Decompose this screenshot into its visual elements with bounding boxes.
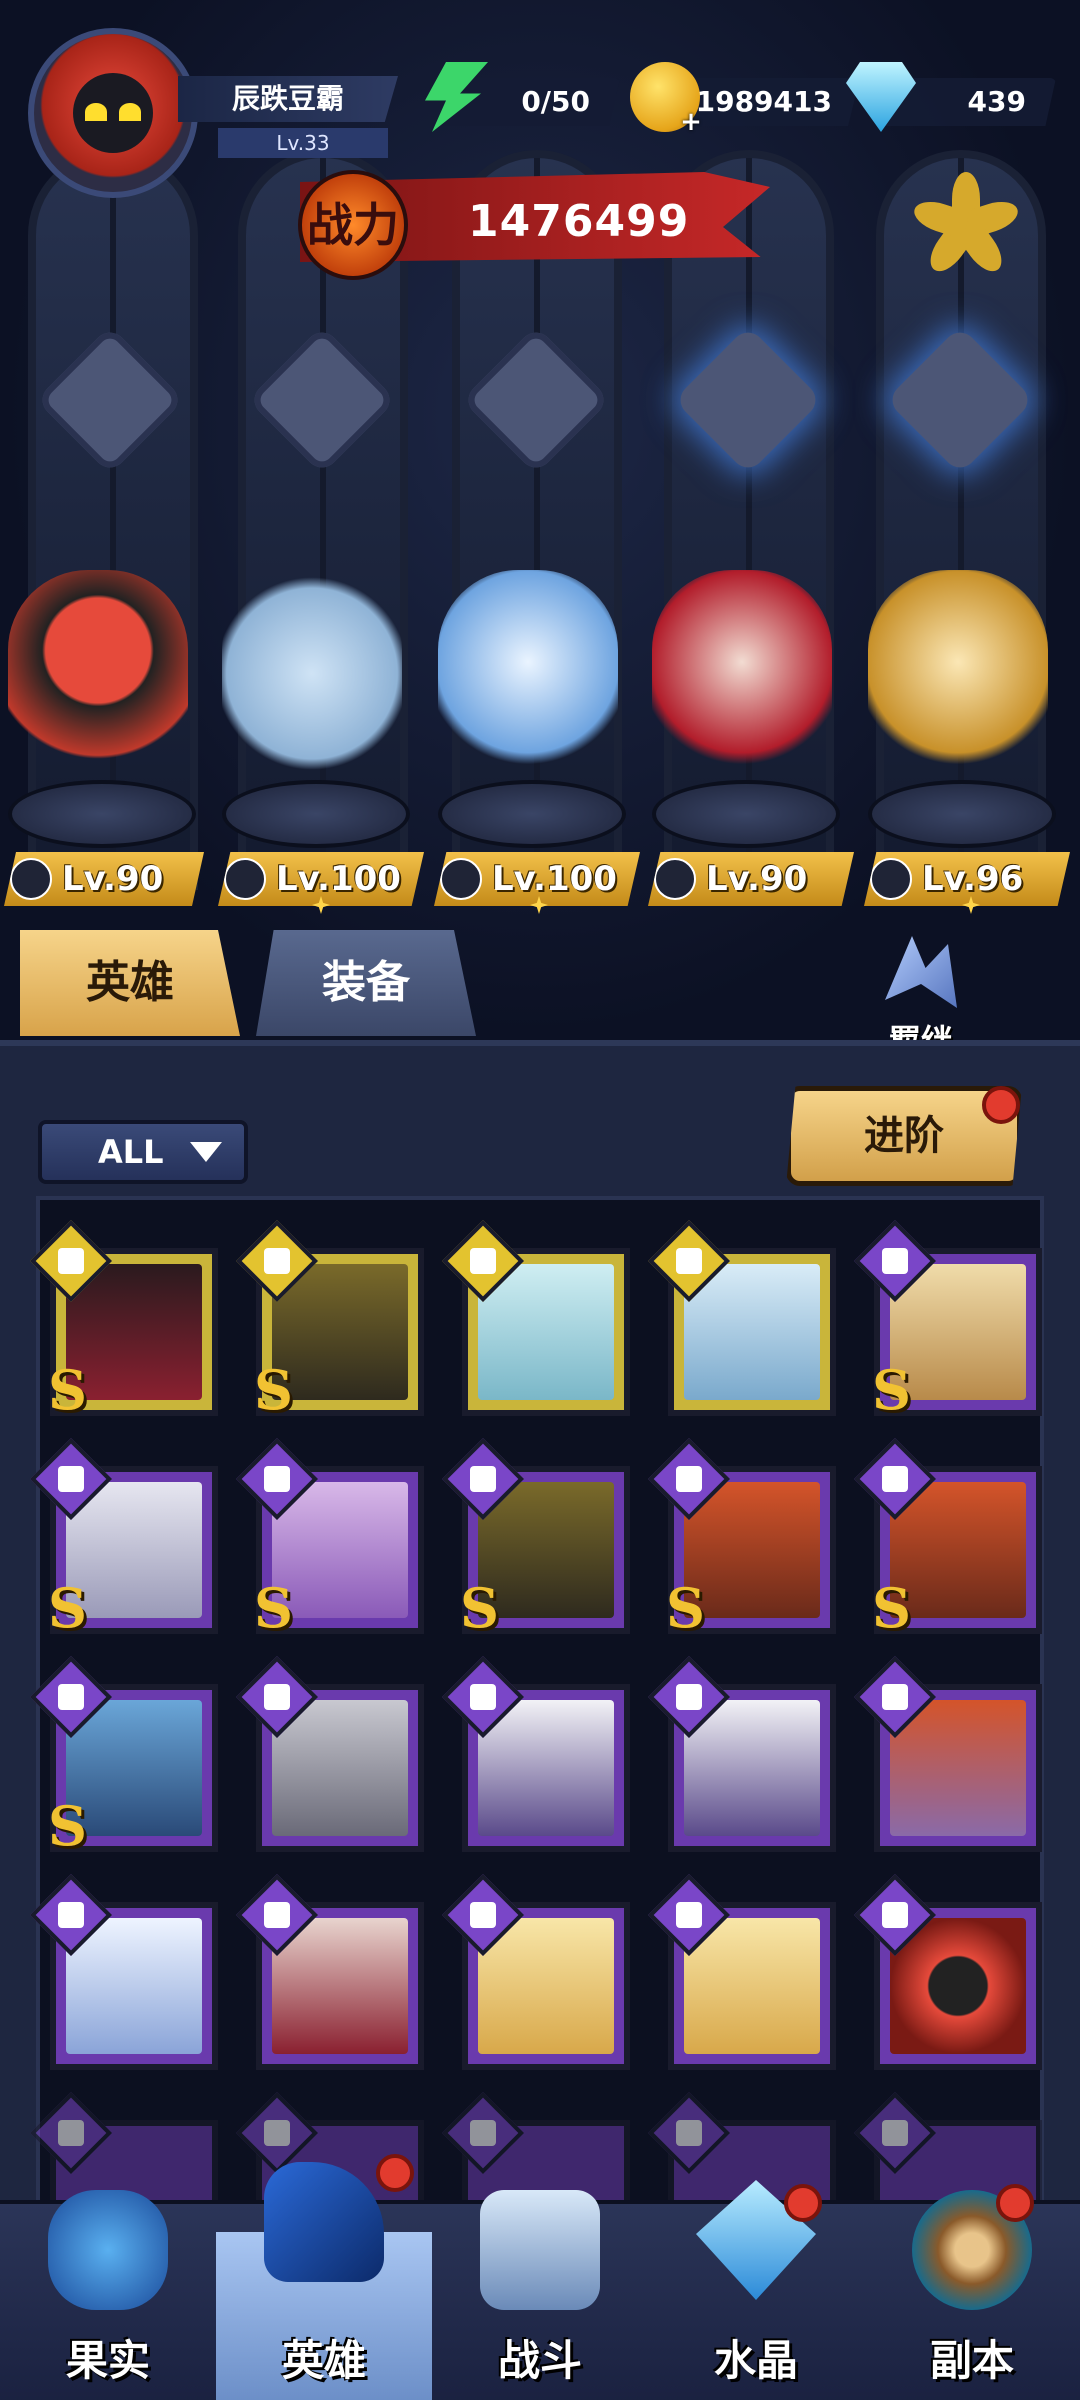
rank-s-label: S [254,1358,293,1422]
rank-s-label: S [872,1358,911,1422]
mage-hat-class-icon [440,858,482,900]
nav-battle[interactable]: 战斗 [432,2140,648,2400]
filter-selected: ALL [98,1133,164,1171]
add-gold-icon[interactable]: + [678,109,704,136]
rank-s-label: S [254,1576,293,1640]
hero-card[interactable] [853,1873,1042,2070]
hero-level-tag: Lv.96 [864,852,1070,906]
hero-level: Lv.90 [62,859,164,899]
hero-figure-vampire[interactable] [652,570,832,800]
notification-dot [996,2184,1034,2222]
hero-card[interactable]: S [235,1219,424,1422]
hero-card[interactable]: S [29,1437,218,1640]
rank-s-label: S [666,1576,705,1640]
hero-screen: 辰跌豆霸 Lv.33 0/50 + 1989413 + 439 + 战力 147… [0,0,1080,2400]
nav-hero-label: 英雄 [281,2336,366,2385]
settings-flower-icon[interactable] [906,166,1026,286]
hero-card[interactable]: S [235,1437,424,1640]
chevron-down-icon [190,1142,222,1162]
hero-card[interactable] [647,1655,836,1852]
hero-level-tag: Lv.90 [4,852,204,906]
filter-dropdown[interactable]: ALL [38,1120,248,1184]
fruit-icon [48,2190,168,2310]
nav-crystal[interactable]: 水晶 [648,2140,864,2400]
hero-figure-werewolf[interactable] [222,570,402,800]
rank-s-label: S [48,1576,87,1640]
player-name-bar: 辰跌豆霸 [178,76,398,122]
hero-card[interactable] [441,1219,630,1416]
hero-card[interactable] [853,1655,1042,1852]
hero-card[interactable]: S [853,1219,1042,1422]
hero-level: Lv.90 [706,859,808,899]
tab-hero[interactable]: 英雄 [20,930,240,1036]
hero-level-tag: Lv.100 [434,852,640,906]
stamina-value: 0/50 [521,85,590,118]
rank-s-label: S [48,1794,87,1858]
combat-power-badge: 战力 [298,170,408,280]
hero-card[interactable] [441,1873,630,2070]
rank-s-label: S [460,1576,499,1640]
hero-card[interactable]: S [647,1437,836,1640]
bond-icon [885,936,957,1008]
rank-s-label: S [872,1576,911,1640]
combat-power-value: 1476499 [468,196,690,247]
nav-dungeon-label: 副本 [929,2336,1014,2385]
beast-claw-class-icon [224,858,266,900]
hero-card[interactable] [235,1655,424,1852]
notification-dot [784,2184,822,2222]
gold-value: 1989413 [695,85,832,118]
hero-card[interactable] [235,1873,424,2070]
hero-card[interactable] [441,1655,630,1852]
hero-card[interactable]: S [441,1437,630,1640]
nav-hero[interactable]: 英雄 [216,2162,432,2400]
player-level: Lv.33 [218,128,388,158]
player-avatar[interactable] [28,28,198,198]
notification-dot [376,2154,414,2192]
avatar-face [73,73,153,153]
rank-s-label: S [48,1358,87,1422]
hero-level: Lv.96 [922,859,1024,899]
gold-coin-icon[interactable]: + [630,62,702,135]
nav-dungeon[interactable]: 副本 [864,2140,1080,2400]
hero-level-tag: Lv.90 [648,852,854,906]
hero-card[interactable] [647,1873,836,2070]
hero-figure-ice-mage[interactable] [438,570,618,800]
hero-card[interactable]: S [29,1655,218,1858]
hero-figure-diver[interactable] [8,570,188,800]
nav-crystal-label: 水晶 [713,2336,798,2385]
nav-battle-label: 战斗 [497,2336,582,2385]
hero-level: Lv.100 [276,859,401,899]
tab-equipment[interactable]: 装备 [256,930,476,1036]
hero-card[interactable]: S [853,1437,1042,1640]
hero-card[interactable] [647,1219,836,1416]
hero-figure-angel[interactable] [868,570,1048,800]
wing-class-icon [654,858,696,900]
nav-fruit-label: 果实 [65,2336,150,2385]
player-name: 辰跌豆霸 [231,82,344,115]
notification-dot [982,1086,1020,1124]
wing-class-icon [870,858,912,900]
sword-shield-icon [480,2190,600,2310]
hero-card[interactable] [29,1873,218,2070]
nav-fruit[interactable]: 果实 [0,2140,216,2400]
diamond-value: 439 [967,85,1026,118]
hero-card[interactable]: S [29,1219,218,1422]
wrench-class-icon [10,858,52,900]
hero-level: Lv.100 [492,859,617,899]
